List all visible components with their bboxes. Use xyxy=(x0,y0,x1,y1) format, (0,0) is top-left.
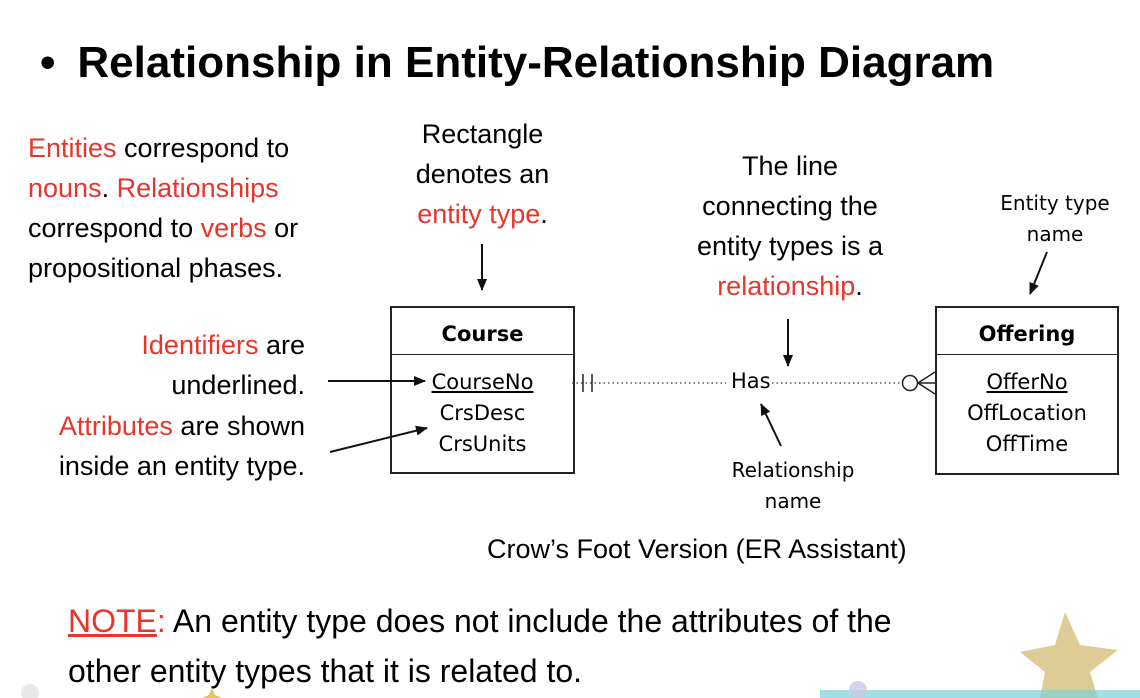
sparkle-icon xyxy=(202,688,222,698)
decorative-ornaments xyxy=(21,612,1140,698)
decorative-dot xyxy=(21,684,39,698)
star-icon xyxy=(1020,612,1118,698)
decorative-dot xyxy=(849,681,867,698)
decorative-band xyxy=(820,690,1140,698)
